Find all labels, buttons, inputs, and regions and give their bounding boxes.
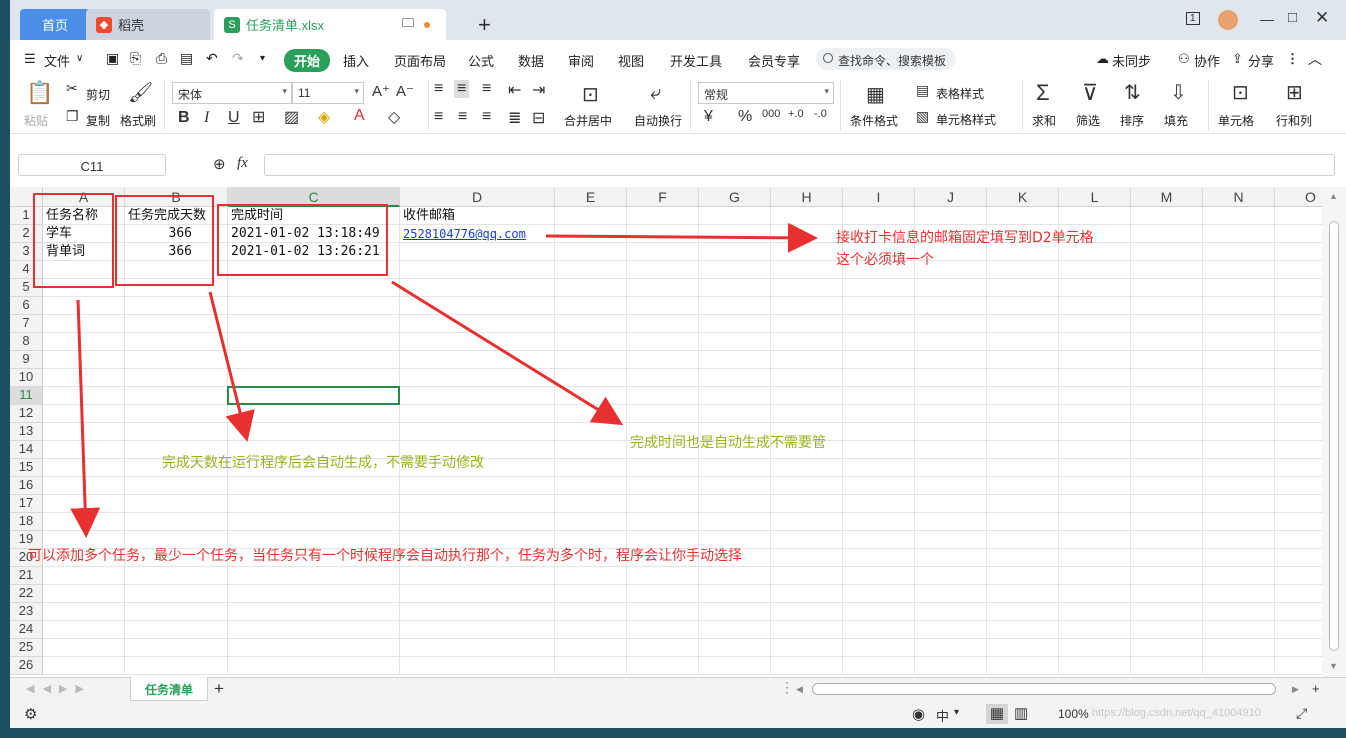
- arrow-time: [391, 280, 624, 426]
- arrow-email: [545, 222, 818, 253]
- annotation-days: 完成天数在运行程序后会自动生成，不需要手动修改: [162, 455, 484, 471]
- arrow-days: [208, 291, 255, 442]
- annotation-time: 完成时间也是自动生成不需要管: [630, 435, 826, 451]
- annotation-email-1: 接收打卡信息的邮箱固定填写到D2单元格: [836, 230, 1094, 246]
- annotation-email-2: 这个必须填一个: [836, 252, 934, 268]
- annotation-task: 可以添加多个任务，最少一个任务，当任务只有一个时候程序会自动执行那个，任务为多个…: [28, 548, 742, 564]
- annotation-arrows: [70, 222, 818, 538]
- arrow-task: [70, 299, 101, 538]
